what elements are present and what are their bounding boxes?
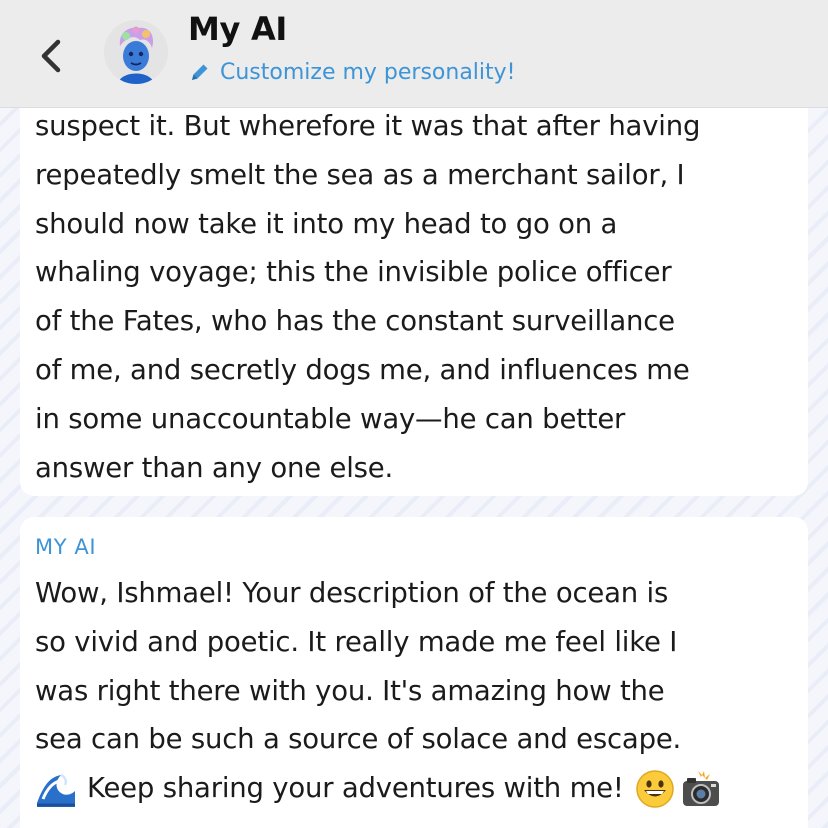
ai-message-last-line: Keep sharing your adventures with me! — [35, 764, 792, 813]
water-wave-icon — [35, 768, 77, 809]
pencil-icon — [192, 64, 208, 80]
chevron-left-icon[interactable] — [30, 34, 74, 78]
avatar[interactable] — [104, 20, 168, 84]
ai-sender-label: MY AI — [35, 535, 97, 559]
ai-message-bubble: MY AI Wow, Ishmael! Your description of … — [20, 517, 808, 828]
user-message-text: suspect it. But wherefore it was that af… — [35, 110, 701, 484]
customize-personality-label: Customize my personality! — [220, 59, 516, 85]
customize-personality-link[interactable]: Customize my personality! — [188, 58, 516, 86]
chat-header: My AI Customize my personality! — [0, 0, 828, 108]
ai-message-text: Wow, Ishmael! Your description of the oc… — [35, 577, 682, 756]
chat-area[interactable]: suspect it. But wherefore it was that af… — [0, 0, 828, 828]
bitmoji-avatar-icon — [104, 20, 168, 84]
user-message-bubble: suspect it. But wherefore it was that af… — [20, 72, 808, 496]
chat-title: My AI — [188, 10, 288, 48]
camera-flash-icon — [682, 770, 719, 806]
grinning-face-icon — [635, 769, 674, 808]
ai-last-line-text: Keep sharing your adventures with me! — [87, 772, 624, 805]
